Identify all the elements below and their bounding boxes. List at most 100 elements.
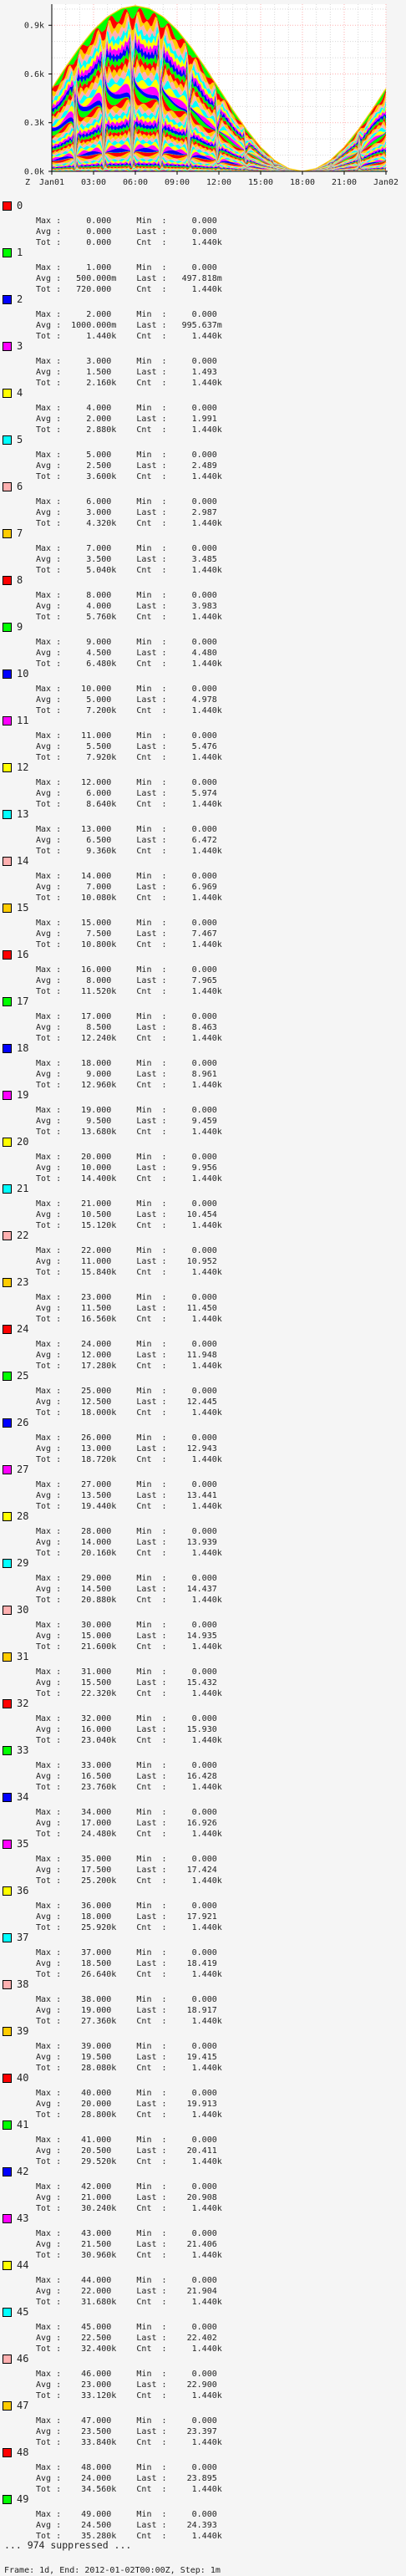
series-label: 3 [17, 340, 23, 352]
legend-entry: 38 Max : 38.000 Min : 0.000 Avg : 19.000 … [0, 1978, 406, 2026]
color-swatch [3, 482, 12, 491]
series-label: 33 [17, 1744, 29, 1756]
x-tick-label: Jan02 [373, 178, 398, 187]
color-swatch [3, 1699, 12, 1708]
stats-line-avg-last: Avg : 10.000 Last : 9.956 [36, 1163, 222, 1173]
stats-line-avg-last: Avg : 12.000 Last : 11.948 [36, 1351, 222, 1360]
color-swatch [3, 2120, 12, 2130]
legend-entry: 13 Max : 13.000 Min : 0.000 Avg : 6.500 L… [0, 807, 406, 856]
color-swatch [3, 2167, 12, 2176]
series-label: 39 [17, 2025, 29, 2037]
x-tick-label: 18:00 [290, 178, 315, 187]
color-swatch [3, 2027, 12, 2036]
color-swatch [3, 576, 12, 585]
stats-line-max-min: Max : 48.000 Min : 0.000 [36, 2463, 222, 2472]
legend-entry: 40 Max : 40.000 Min : 0.000 Avg : 20.000 … [0, 2071, 406, 2120]
stats-line-avg-last: Avg : 7.000 Last : 6.969 [36, 883, 222, 892]
color-swatch [3, 2261, 12, 2270]
color-swatch [3, 2308, 12, 2317]
color-swatch [3, 248, 12, 257]
legend-entry: 5 Max : 5.000 Min : 0.000 Avg : 2.500 Las… [0, 433, 406, 481]
series-label: 38 [17, 1978, 29, 1990]
stats-line-avg-last: Avg : 8.000 Last : 7.965 [36, 976, 222, 985]
color-swatch [3, 1184, 12, 1194]
stats-line-max-min: Max : 4.000 Min : 0.000 [36, 404, 222, 413]
stats-line-max-min: Max : 46.000 Min : 0.000 [36, 2370, 222, 2379]
legend-entry: 3 Max : 3.000 Min : 0.000 Avg : 1.500 Las… [0, 339, 406, 388]
stats-line-avg-last: Avg : 16.500 Last : 16.428 [36, 1772, 222, 1781]
y-tick-label: 0.6k [24, 70, 44, 79]
stats-line-avg-last: Avg : 2.500 Last : 2.489 [36, 461, 222, 471]
stats-line-avg-last: Avg : 500.000m Last : 497.818m [36, 274, 222, 283]
legend-entry: 8 Max : 8.000 Min : 0.000 Avg : 4.000 Las… [0, 573, 406, 622]
series-label: 45 [17, 2306, 29, 2318]
stats-line-max-min: Max : 10.000 Min : 0.000 [36, 685, 222, 694]
legend-entry: 4 Max : 4.000 Min : 0.000 Avg : 2.000 Las… [0, 386, 406, 435]
color-swatch [3, 1652, 12, 1662]
stats-line-max-min: Max : 15.000 Min : 0.000 [36, 919, 222, 928]
color-swatch [3, 950, 12, 960]
legend-entry: 1 Max : 1.000 Min : 0.000 Avg : 500.000m … [0, 246, 406, 294]
legend-entry: 16 Max : 16.000 Min : 0.000 Avg : 8.000 L… [0, 948, 406, 996]
series-label: 18 [17, 1042, 29, 1054]
stats-line-avg-last: Avg : 22.500 Last : 22.402 [36, 2334, 222, 2343]
legend-entry: 2 Max : 2.000 Min : 0.000 Avg : 1000.000m… [0, 293, 406, 341]
x-tick-label: Jan01 [39, 178, 64, 187]
y-tick-label: 0.0k [24, 168, 44, 177]
series-label: 11 [17, 715, 29, 726]
stats-line-avg-last: Avg : 15.500 Last : 15.432 [36, 1678, 222, 1688]
y-tick-label: 0.3k [24, 119, 44, 128]
stats-line-avg-last: Avg : 13.000 Last : 12.943 [36, 1444, 222, 1453]
series-label: 19 [17, 1089, 29, 1101]
stats-line-avg-last: Avg : 14.500 Last : 14.437 [36, 1585, 222, 1594]
legend-entry: 44 Max : 44.000 Min : 0.000 Avg : 22.000 … [0, 2258, 406, 2307]
stats-line-max-min: Max : 14.000 Min : 0.000 [36, 872, 222, 881]
series-label: 8 [17, 574, 23, 586]
color-swatch [3, 435, 12, 445]
legend-entry: 30 Max : 30.000 Min : 0.000 Avg : 15.000 … [0, 1603, 406, 1652]
stats-line-max-min: Max : 49.000 Min : 0.000 [36, 2510, 222, 2519]
legend-entry: 23 Max : 23.000 Min : 0.000 Avg : 11.500 … [0, 1275, 406, 1324]
series-label: 48 [17, 2446, 29, 2458]
stats-line-max-min: Max : 47.000 Min : 0.000 [36, 2416, 222, 2426]
series-label: 29 [17, 1557, 29, 1569]
stats-line-max-min: Max : 17.000 Min : 0.000 [36, 1012, 222, 1021]
stats-line-avg-last: Avg : 9.500 Last : 9.459 [36, 1117, 222, 1126]
legend-entry: 0 Max : 0.000 Min : 0.000 Avg : 0.000 Las… [0, 199, 406, 247]
legend-entry: 27 Max : 27.000 Min : 0.000 Avg : 13.500 … [0, 1463, 406, 1511]
stats-line-avg-last: Avg : 5.500 Last : 5.476 [36, 742, 222, 751]
legend-entry: 25 Max : 25.000 Min : 0.000 Avg : 12.500 … [0, 1369, 406, 1418]
series-label: 21 [17, 1183, 29, 1194]
series-label: 35 [17, 1838, 29, 1850]
x-tick-label: 21:00 [332, 178, 357, 187]
series-label: 37 [17, 1932, 29, 1943]
stats-line-max-min: Max : 9.000 Min : 0.000 [36, 638, 222, 647]
x-tick-label: 09:00 [165, 178, 190, 187]
color-swatch [3, 997, 12, 1006]
x-tick-label: 12:00 [206, 178, 231, 187]
series-label: 1 [17, 247, 23, 258]
series-label: 47 [17, 2400, 29, 2411]
stats-line-max-min: Max : 5.000 Min : 0.000 [36, 451, 222, 460]
color-swatch [3, 810, 12, 819]
legend-entry: 32 Max : 32.000 Min : 0.000 Avg : 16.000 … [0, 1697, 406, 1745]
color-swatch [3, 2355, 12, 2364]
x-tick-label: 06:00 [123, 178, 148, 187]
stats-line-avg-last: Avg : 21.500 Last : 21.406 [36, 2240, 222, 2249]
legend-entry: 36 Max : 36.000 Min : 0.000 Avg : 18.000 … [0, 1884, 406, 1932]
stats-line-avg-last: Avg : 6.500 Last : 6.472 [36, 836, 222, 845]
legend-entry: 22 Max : 22.000 Min : 0.000 Avg : 11.000 … [0, 1229, 406, 1277]
series-label: 40 [17, 2072, 29, 2084]
stats-line-avg-last: Avg : 19.500 Last : 19.415 [36, 2053, 222, 2062]
legend-entry: 11 Max : 11.000 Min : 0.000 Avg : 5.500 L… [0, 714, 406, 762]
stats-line-avg-last: Avg : 11.500 Last : 11.450 [36, 1304, 222, 1313]
color-swatch [3, 623, 12, 632]
legend-entry: 31 Max : 31.000 Min : 0.000 Avg : 15.500 … [0, 1650, 406, 1698]
stats-line-max-min: Max : 38.000 Min : 0.000 [36, 1995, 222, 2004]
stats-line-max-min: Max : 3.000 Min : 0.000 [36, 357, 222, 366]
series-label: 16 [17, 949, 29, 960]
stats-line-max-min: Max : 32.000 Min : 0.000 [36, 1714, 222, 1723]
color-swatch [3, 1512, 12, 1521]
stats-line-avg-last: Avg : 13.500 Last : 13.441 [36, 1491, 222, 1500]
stats-line-avg-last: Avg : 22.000 Last : 21.904 [36, 2287, 222, 2296]
